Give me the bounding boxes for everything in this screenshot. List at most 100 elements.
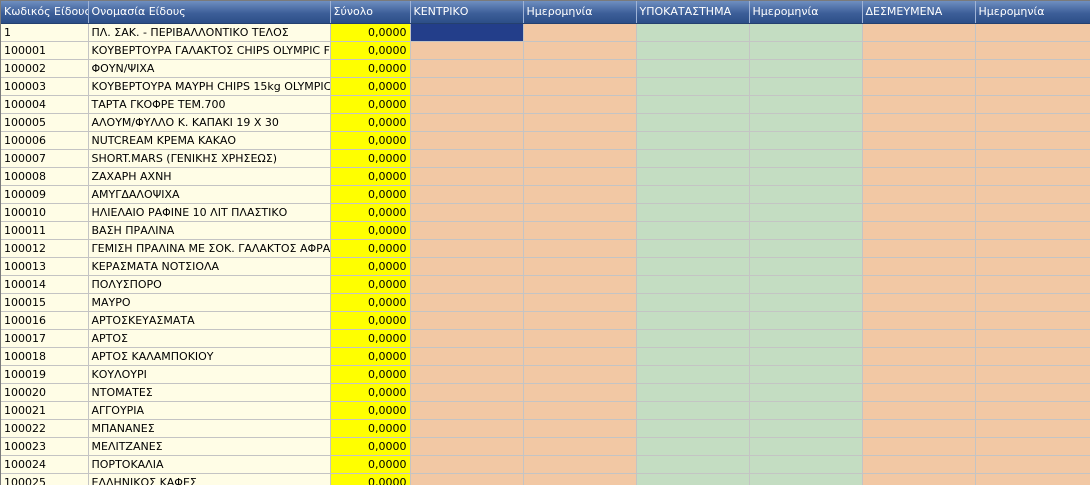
item-code-cell[interactable]: 100016 (1, 311, 89, 330)
item-name-cell[interactable]: ΑΡΤΟΣ ΚΑΛΑΜΠΟΚΙΟΥ (88, 347, 331, 366)
ypokatastima-cell[interactable] (636, 383, 750, 402)
item-name-cell[interactable]: ΝΤΟΜΑΤΕΣ (88, 383, 331, 402)
ypokatastima-cell[interactable] (636, 275, 750, 294)
ypokatastima-cell[interactable] (636, 365, 750, 384)
item-total-cell[interactable]: 0,0000 (330, 311, 411, 330)
item-total-cell[interactable]: 0,0000 (330, 383, 411, 402)
ypokatastima-date-cell[interactable] (749, 437, 863, 456)
table-row[interactable]: 100021 ΑΓΓΟΥΡΙΑ 0,0000 (1, 401, 1090, 420)
item-total-cell[interactable]: 0,0000 (330, 275, 411, 294)
kentriko-date-cell[interactable] (523, 275, 637, 294)
desmevmena-date-cell[interactable] (975, 437, 1090, 456)
desmevmena-date-cell[interactable] (975, 167, 1090, 186)
item-code-cell[interactable]: 100022 (1, 419, 89, 438)
kentriko-cell[interactable] (410, 167, 524, 186)
item-code-cell[interactable]: 100008 (1, 167, 89, 186)
item-total-cell[interactable]: 0,0000 (330, 221, 411, 240)
desmevmena-date-cell[interactable] (975, 59, 1090, 78)
ypokatastima-date-cell[interactable] (749, 167, 863, 186)
table-row[interactable]: 1 ΠΛ. ΣΑΚ. - ΠΕΡΙΒΑΛΛΟΝΤΙΚΟ ΤΕΛΟΣ 0,0000 (1, 23, 1090, 42)
kentriko-date-cell[interactable] (523, 113, 637, 132)
desmevmena-cell[interactable] (862, 23, 976, 42)
item-code-cell[interactable]: 100001 (1, 41, 89, 60)
ypokatastima-cell[interactable] (636, 149, 750, 168)
desmevmena-cell[interactable] (862, 203, 976, 222)
item-name-cell[interactable]: ΕΛΛΗΝΙΚΟΣ ΚΑΦΕΣ (88, 473, 331, 485)
ypokatastima-date-cell[interactable] (749, 23, 863, 42)
item-name-cell[interactable]: ΚΟΥΒΕΡΤΟΥΡΑ ΜΑΥΡΗ CHIPS 15kg OLYMPIC FOC (88, 77, 331, 96)
kentriko-cell[interactable] (410, 59, 524, 78)
ypokatastima-date-cell[interactable] (749, 275, 863, 294)
ypokatastima-date-cell[interactable] (749, 131, 863, 150)
desmevmena-date-cell[interactable] (975, 203, 1090, 222)
item-total-cell[interactable]: 0,0000 (330, 365, 411, 384)
item-code-cell[interactable]: 100006 (1, 131, 89, 150)
kentriko-date-cell[interactable] (523, 257, 637, 276)
ypokatastima-cell[interactable] (636, 185, 750, 204)
item-name-cell[interactable]: ΚΟΥΒΕΡΤΟΥΡΑ ΓΑΛΑΚΤΟΣ CHIPS OLYMPIC FOOD (88, 41, 331, 60)
table-row[interactable]: 100022 ΜΠΑΝΑΝΕΣ 0,0000 (1, 419, 1090, 438)
table-row[interactable]: 100011 ΒΑΣΗ ΠΡΑΛΙΝΑ 0,0000 (1, 221, 1090, 240)
kentriko-cell[interactable] (410, 311, 524, 330)
desmevmena-date-cell[interactable] (975, 221, 1090, 240)
desmevmena-date-cell[interactable] (975, 257, 1090, 276)
item-total-cell[interactable]: 0,0000 (330, 455, 411, 474)
desmevmena-date-cell[interactable] (975, 419, 1090, 438)
ypokatastima-date-cell[interactable] (749, 473, 863, 485)
ypokatastima-date-cell[interactable] (749, 95, 863, 114)
desmevmena-cell[interactable] (862, 77, 976, 96)
column-header-ypokatastima[interactable]: ΥΠΟΚΑΤΑΣΤΗΜΑ (636, 1, 750, 24)
desmevmena-date-cell[interactable] (975, 239, 1090, 258)
item-code-cell[interactable]: 100012 (1, 239, 89, 258)
desmevmena-cell[interactable] (862, 419, 976, 438)
desmevmena-date-cell[interactable] (975, 95, 1090, 114)
kentriko-cell[interactable] (410, 41, 524, 60)
kentriko-cell[interactable] (410, 347, 524, 366)
item-name-cell[interactable]: ΜΑΥΡΟ (88, 293, 331, 312)
kentriko-cell[interactable] (410, 113, 524, 132)
ypokatastima-date-cell[interactable] (749, 113, 863, 132)
item-code-cell[interactable]: 100013 (1, 257, 89, 276)
kentriko-date-cell[interactable] (523, 365, 637, 384)
column-header-desmevmena-date[interactable]: Ημερομηνία (975, 1, 1090, 24)
kentriko-date-cell[interactable] (523, 311, 637, 330)
kentriko-date-cell[interactable] (523, 473, 637, 485)
kentriko-cell[interactable] (410, 437, 524, 456)
table-row[interactable]: 100019 ΚΟΥΛΟΥΡΙ 0,0000 (1, 365, 1090, 384)
item-name-cell[interactable]: ΠΟΛΥΣΠΟΡΟ (88, 275, 331, 294)
kentriko-date-cell[interactable] (523, 149, 637, 168)
ypokatastima-cell[interactable] (636, 401, 750, 420)
item-name-cell[interactable]: ΚΟΥΛΟΥΡΙ (88, 365, 331, 384)
kentriko-date-cell[interactable] (523, 239, 637, 258)
desmevmena-cell[interactable] (862, 239, 976, 258)
kentriko-cell[interactable] (410, 275, 524, 294)
item-name-cell[interactable]: ΜΕΛΙΤΖΑΝΕΣ (88, 437, 331, 456)
table-row[interactable]: 100023 ΜΕΛΙΤΖΑΝΕΣ 0,0000 (1, 437, 1090, 456)
table-row[interactable]: 100025 ΕΛΛΗΝΙΚΟΣ ΚΑΦΕΣ 0,0000 (1, 473, 1090, 485)
ypokatastima-date-cell[interactable] (749, 329, 863, 348)
kentriko-cell[interactable] (410, 131, 524, 150)
table-row[interactable]: 100024 ΠΟΡΤΟΚΑΛΙΑ 0,0000 (1, 455, 1090, 474)
ypokatastima-date-cell[interactable] (749, 455, 863, 474)
table-row[interactable]: 100004 ΤΑΡΤΑ ΓΚΟΦΡΕ ΤΕΜ.700 0,0000 (1, 95, 1090, 114)
table-row[interactable]: 100018 ΑΡΤΟΣ ΚΑΛΑΜΠΟΚΙΟΥ 0,0000 (1, 347, 1090, 366)
desmevmena-date-cell[interactable] (975, 41, 1090, 60)
item-code-cell[interactable]: 100002 (1, 59, 89, 78)
desmevmena-date-cell[interactable] (975, 455, 1090, 474)
column-header-ypokatastima-date[interactable]: Ημερομηνία (749, 1, 863, 24)
kentriko-cell[interactable] (410, 221, 524, 240)
ypokatastima-date-cell[interactable] (749, 239, 863, 258)
kentriko-cell[interactable] (410, 203, 524, 222)
desmevmena-date-cell[interactable] (975, 23, 1090, 42)
item-code-cell[interactable]: 100004 (1, 95, 89, 114)
kentriko-date-cell[interactable] (523, 41, 637, 60)
desmevmena-cell[interactable] (862, 221, 976, 240)
ypokatastima-cell[interactable] (636, 329, 750, 348)
item-code-cell[interactable]: 100003 (1, 77, 89, 96)
item-name-cell[interactable]: SHORT.MARS (ΓΕΝΙΚΗΣ ΧΡΗΣΕΩΣ) (88, 149, 331, 168)
item-code-cell[interactable]: 100024 (1, 455, 89, 474)
ypokatastima-cell[interactable] (636, 77, 750, 96)
ypokatastima-cell[interactable] (636, 113, 750, 132)
item-total-cell[interactable]: 0,0000 (330, 95, 411, 114)
item-code-cell[interactable]: 100023 (1, 437, 89, 456)
